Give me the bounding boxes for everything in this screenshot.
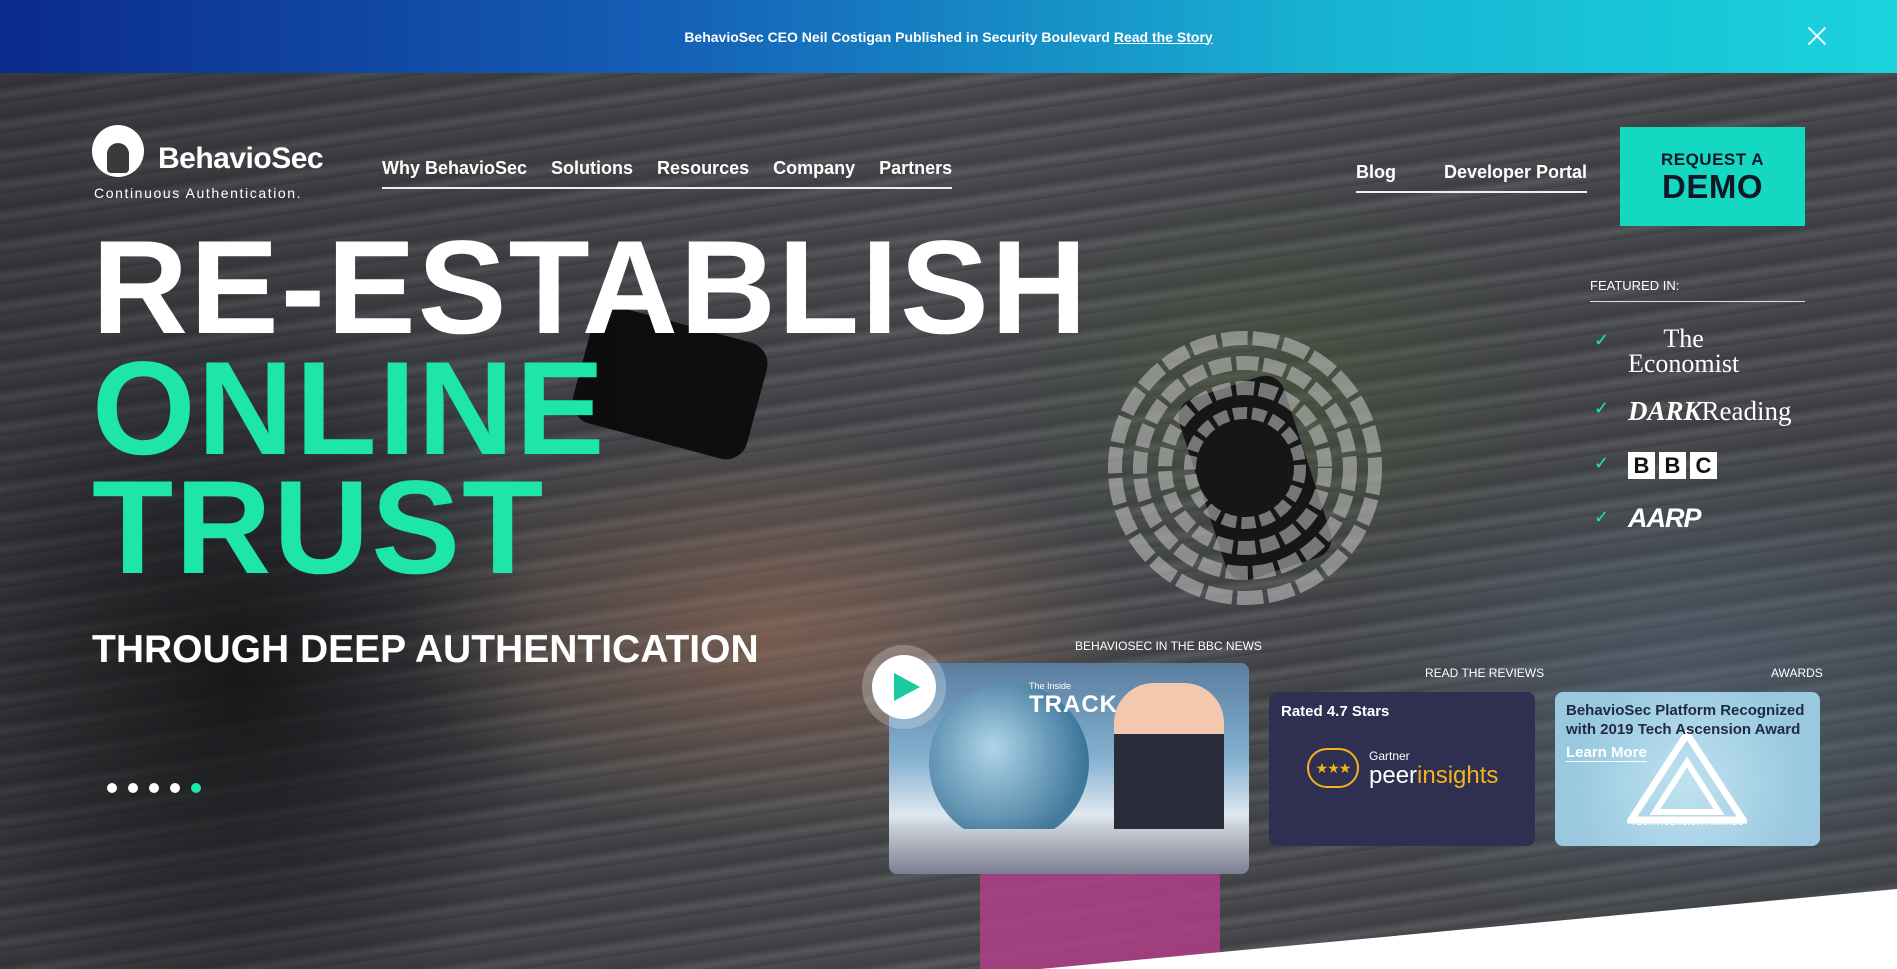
studio-desk [889,829,1249,874]
award-title: BehavioSec Platform Recognized with 2019… [1566,702,1805,738]
check-icon: ✓ [1594,398,1610,418]
reviews-card[interactable]: Rated 4.7 Stars ★★★ Gartner peerinsights [1269,692,1535,846]
nav-item-company[interactable]: Company [773,158,855,179]
slide-dot[interactable] [170,783,180,793]
darkreading-logo: DARKReading [1628,396,1792,426]
check-icon: ✓ [1594,330,1610,350]
slide-dot[interactable] [149,783,159,793]
slide-dot[interactable] [107,783,117,793]
play-button[interactable] [872,655,936,719]
featured-title: FEATURED IN: [1590,278,1805,302]
award-badge-text: TECH ACENSION AWARDS [1631,818,1744,827]
peer-word: peer [1369,762,1418,789]
play-icon [894,673,920,701]
nav-item-blog[interactable]: Blog [1356,162,1396,183]
economist-logo: The Economist [1628,324,1740,378]
nav-item-resources[interactable]: Resources [657,158,749,179]
diagonal-divider [1040,889,1897,969]
stars-bubble-icon: ★★★ [1307,748,1359,788]
headline-line3: TRUST [92,454,546,602]
read-story-link[interactable]: Read the Story [1114,29,1213,45]
close-icon[interactable] [1807,26,1827,46]
fingerprint-rings-icon [1108,331,1382,605]
check-icon: ✓ [1594,507,1610,527]
learn-more-link[interactable]: Learn More [1566,744,1647,762]
peer-insights-logo: peerinsights [1369,762,1498,790]
awards-card[interactable]: BehavioSec Platform Recognized with 2019… [1555,692,1820,846]
slide-dot[interactable] [128,783,138,793]
nav-item-developer-portal[interactable]: Developer Portal [1444,162,1587,183]
announcement-bar: BehavioSec CEO Neil Costigan Published i… [0,0,1897,73]
logo-mark-icon [92,125,144,177]
bbc-logo: BBC [1628,452,1717,479]
video-card-label: BEHAVIOSEC IN THE BBC NEWS [1075,639,1262,653]
gartner-label: Gartner [1369,749,1410,763]
bbc-video-thumbnail[interactable]: The Inside TRACK [889,663,1249,874]
show-title: The Inside TRACK [1029,681,1118,719]
main-nav: Why BehavioSec Solutions Resources Compa… [382,158,953,189]
show-title-main: TRACK [1029,691,1118,718]
demo-line2: DEMO [1662,168,1763,205]
reviews-card-label: READ THE REVIEWS [1425,666,1545,680]
nav-item-solutions[interactable]: Solutions [551,158,633,179]
nav-item-partners[interactable]: Partners [879,158,952,179]
presenter-figure [1114,683,1224,853]
check-icon: ✓ [1594,453,1610,473]
nav-item-why-behaviosec[interactable]: Why BehavioSec [382,158,527,179]
logo-tagline: Continuous Authentication. [94,185,303,201]
rating-title: Rated 4.7 Stars [1281,703,1390,720]
logo-name: BehavioSec [158,142,324,175]
demo-line1: REQUEST A [1660,150,1765,169]
request-demo-button[interactable]: REQUEST A DEMO [1620,127,1805,226]
aarp-logo: AARP [1628,503,1702,533]
show-title-small: The Inside [1029,681,1072,691]
secondary-nav: Blog Developer Portal [1356,162,1588,193]
slide-indicators [107,783,201,793]
slide-dot-active[interactable] [191,783,201,793]
awards-card-label: AWARDS [1771,666,1823,680]
hero-subtitle: THROUGH DEEP AUTHENTICATION [92,628,759,671]
insights-word: insights [1417,762,1499,789]
announcement-text: BehavioSec CEO Neil Costigan Published i… [684,28,1110,45]
